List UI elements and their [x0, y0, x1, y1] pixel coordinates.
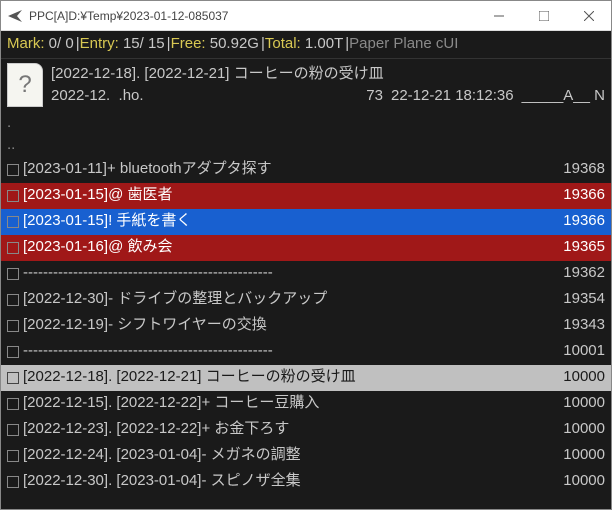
item-name: [2023-01-11]+ bluetoothアダプタ探す	[23, 158, 541, 181]
file-header-size: 73	[152, 85, 383, 108]
mark-label: Mark:	[7, 35, 45, 52]
checkbox[interactable]	[7, 398, 19, 410]
item-name: [2022-12-30]. [2023-01-04]- スピノザ全集	[23, 470, 541, 493]
file-header-datetime: 22-12-21 18:12:36	[391, 85, 514, 108]
item-size: 10000	[545, 366, 605, 389]
checkbox[interactable]	[7, 268, 19, 280]
file-header-info: [2022-12-18]. [2022-12-21] コーヒーの粉の受け皿 20…	[51, 63, 605, 108]
checkbox[interactable]	[7, 372, 19, 384]
dir-nav: . ..	[1, 112, 611, 157]
list-item[interactable]: [2023-01-11]+ bluetoothアダプタ探す19368	[1, 157, 611, 183]
checkbox[interactable]	[7, 346, 19, 358]
item-size: 19343	[545, 314, 605, 337]
file-type-icon: ?	[7, 63, 43, 107]
app-name: Paper Plane cUI	[349, 33, 458, 56]
item-name: ----------------------------------------…	[23, 262, 541, 285]
minimize-button[interactable]	[476, 1, 521, 30]
file-header: ? [2022-12-18]. [2022-12-21] コーヒーの粉の受け皿 …	[1, 59, 611, 112]
item-name: [2022-12-19]- シフトワイヤーの交換	[23, 314, 541, 337]
item-name: [2023-01-15]! 手紙を書く	[23, 210, 541, 233]
dir-parent[interactable]: ..	[7, 134, 605, 157]
item-name: [2022-12-30]- ドライブの整理とバックアップ	[23, 288, 541, 311]
checkbox[interactable]	[7, 216, 19, 228]
free-value: 50.92G	[206, 35, 259, 52]
item-size: 19366	[545, 184, 605, 207]
item-name: [2022-12-15]. [2022-12-22]+ コーヒー豆購入	[23, 392, 541, 415]
item-size: 10000	[545, 444, 605, 467]
list-item[interactable]: [2022-12-30]- ドライブの整理とバックアップ19354	[1, 287, 611, 313]
close-button[interactable]	[566, 1, 611, 30]
window-controls	[476, 1, 611, 30]
list-item[interactable]: ----------------------------------------…	[1, 339, 611, 365]
file-list: [2023-01-11]+ bluetoothアダプタ探す19368[2023-…	[1, 157, 611, 495]
item-name: [2023-01-15]@ 歯医者	[23, 184, 541, 207]
item-size: 10000	[545, 418, 605, 441]
file-header-title: [2022-12-18]. [2022-12-21] コーヒーの粉の受け皿	[51, 63, 605, 86]
list-item[interactable]: [2022-12-23]. [2022-12-22]+ お金下ろす10000	[1, 417, 611, 443]
item-name: [2023-01-16]@ 飲み会	[23, 236, 541, 259]
maximize-button[interactable]	[521, 1, 566, 30]
list-item[interactable]: [2023-01-15]@ 歯医者19366	[1, 183, 611, 209]
item-size: 19365	[545, 236, 605, 259]
item-size: 19366	[545, 210, 605, 233]
item-size: 10000	[545, 470, 605, 493]
file-header-name: 2022-12. .ho.	[51, 85, 144, 108]
app-window: PPC[A]D:¥Temp¥2023-01-12-085037 Mark: 0/…	[0, 0, 612, 510]
free-label: Free:	[171, 35, 206, 52]
item-name: [2022-12-18]. [2022-12-21] コーヒーの粉の受け皿	[23, 366, 541, 389]
list-item[interactable]: [2022-12-15]. [2022-12-22]+ コーヒー豆購入10000	[1, 391, 611, 417]
status-bar: Mark: 0/ 0 | Entry: 15/ 15 | Free: 50.92…	[1, 31, 611, 59]
list-item[interactable]: [2022-12-18]. [2022-12-21] コーヒーの粉の受け皿100…	[1, 365, 611, 391]
item-size: 10001	[545, 340, 605, 363]
checkbox[interactable]	[7, 164, 19, 176]
checkbox[interactable]	[7, 294, 19, 306]
list-item[interactable]: [2022-12-24]. [2023-01-04]- メガネの調整10000	[1, 443, 611, 469]
checkbox[interactable]	[7, 242, 19, 254]
checkbox[interactable]	[7, 424, 19, 436]
item-size: 19362	[545, 262, 605, 285]
checkbox[interactable]	[7, 320, 19, 332]
checkbox[interactable]	[7, 476, 19, 488]
item-size: 10000	[545, 392, 605, 415]
item-size: 19368	[545, 158, 605, 181]
list-item[interactable]: [2022-12-19]- シフトワイヤーの交換19343	[1, 313, 611, 339]
app-icon	[7, 8, 23, 24]
total-label: Total:	[265, 35, 301, 52]
item-size: 19354	[545, 288, 605, 311]
list-item[interactable]: ----------------------------------------…	[1, 261, 611, 287]
list-item[interactable]: [2023-01-15]! 手紙を書く19366	[1, 209, 611, 235]
entry-label: Entry:	[80, 35, 119, 52]
item-name: [2022-12-23]. [2022-12-22]+ お金下ろす	[23, 418, 541, 441]
item-name: ----------------------------------------…	[23, 340, 541, 363]
item-name: [2022-12-24]. [2023-01-04]- メガネの調整	[23, 444, 541, 467]
total-value: 1.00T	[301, 35, 344, 52]
list-item[interactable]: [2022-12-30]. [2023-01-04]- スピノザ全集10000	[1, 469, 611, 495]
checkbox[interactable]	[7, 450, 19, 462]
dir-current[interactable]: .	[7, 112, 605, 135]
titlebar[interactable]: PPC[A]D:¥Temp¥2023-01-12-085037	[1, 1, 611, 31]
window-title: PPC[A]D:¥Temp¥2023-01-12-085037	[29, 9, 476, 23]
checkbox[interactable]	[7, 190, 19, 202]
mark-value: 0/ 0	[45, 35, 74, 52]
content-area: Mark: 0/ 0 | Entry: 15/ 15 | Free: 50.92…	[1, 31, 611, 509]
list-item[interactable]: [2023-01-16]@ 飲み会19365	[1, 235, 611, 261]
entry-value: 15/ 15	[119, 35, 165, 52]
file-header-attrs: _____A__ N	[522, 85, 605, 108]
